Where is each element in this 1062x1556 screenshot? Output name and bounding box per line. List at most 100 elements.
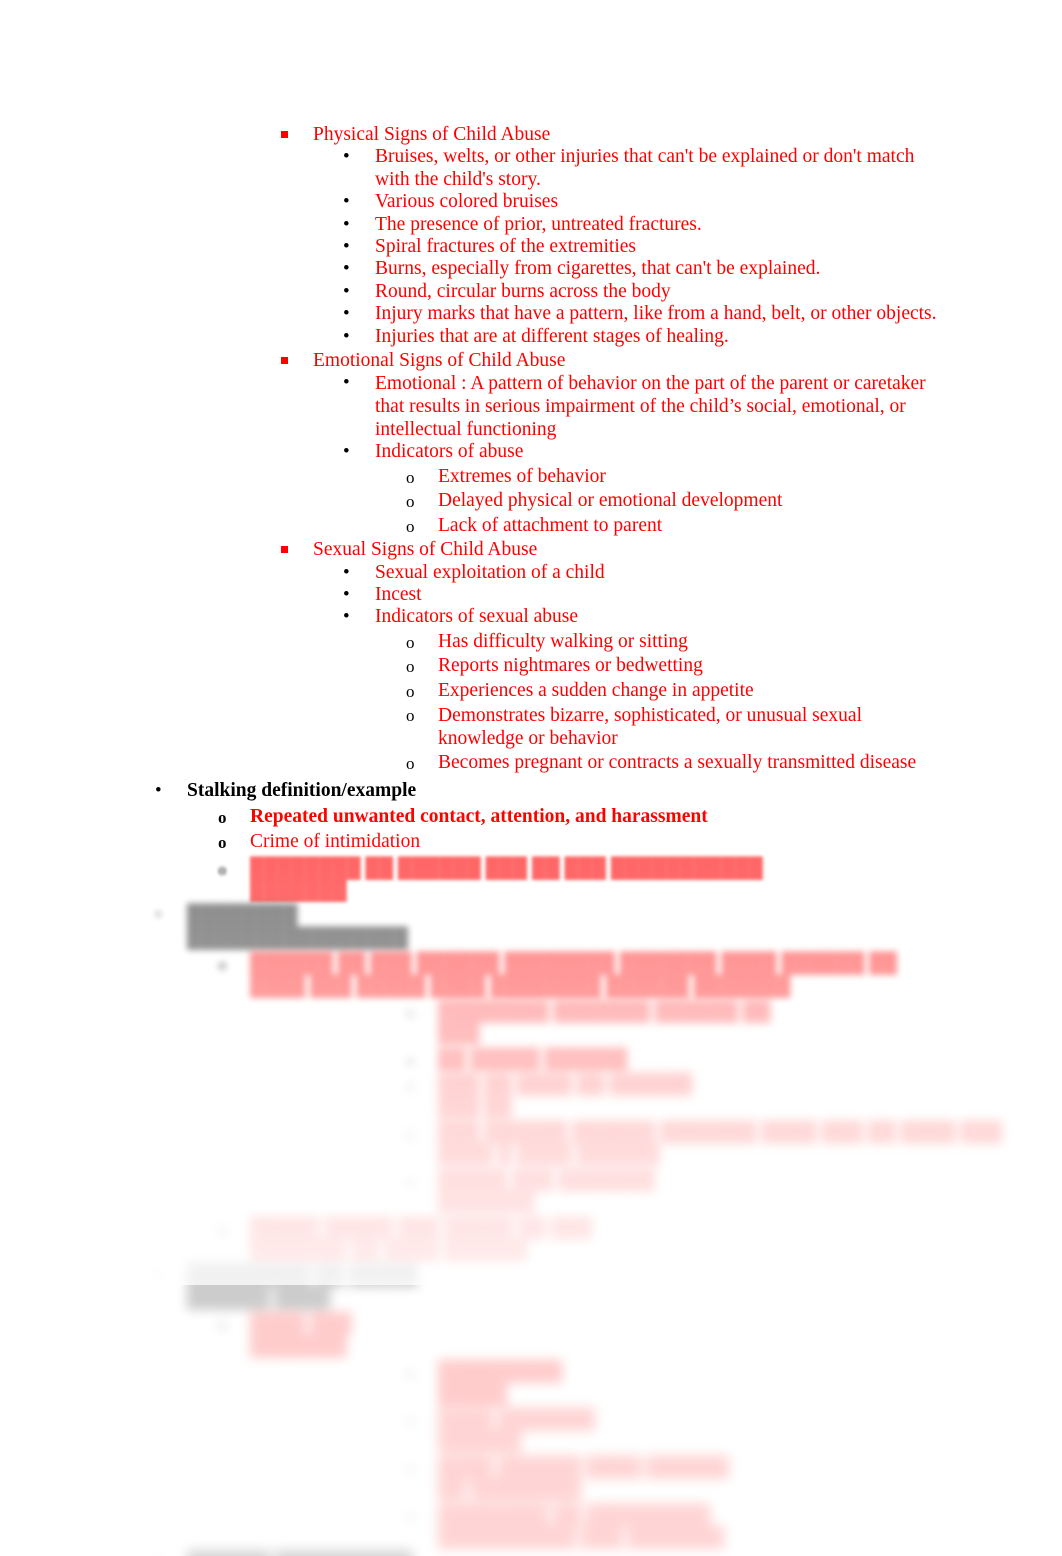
redacted-text: ███ ██ ████ ██ ██████ ███ ██ xyxy=(438,1074,693,1118)
redacted-list-item: • ████████ ████████████████ xyxy=(0,905,1062,950)
redacted-list-item: o ███ ██████ ██████ ███████ ████ ███ ██ █… xyxy=(0,1122,1062,1167)
list-item-text: Injuries that are at different stages of… xyxy=(375,325,729,347)
redacted-text: ████ ███ ███████ xyxy=(250,1313,352,1357)
list-item-text: Experiences a sudden change in appetite xyxy=(438,679,754,701)
circle-marker-icon: o xyxy=(406,492,415,512)
redacted-text: ████████ ████████████████ xyxy=(187,905,409,949)
list-item: o Demonstrates bizarre, sophisticated, o… xyxy=(0,704,1062,750)
circle-marker-icon: o xyxy=(406,657,415,677)
list-item: • Round, circular burns across the body xyxy=(0,281,1062,303)
outline-heading-emotional: Emotional Signs of Child Abuse xyxy=(0,350,1062,372)
redacted-list-item: o ██ █████ ██████ xyxy=(0,1049,1062,1071)
list-item: o Reports nightmares or bedwetting xyxy=(0,655,1062,677)
list-item: • Various colored bruises xyxy=(0,191,1062,213)
list-item-text: Becomes pregnant or contracts a sexually… xyxy=(438,751,917,773)
circle-marker-icon: o xyxy=(406,467,415,487)
round-bullet-icon: • xyxy=(343,213,350,235)
round-bullet-icon: • xyxy=(343,583,350,605)
list-item-text: Indicators of abuse xyxy=(375,441,524,463)
list-item: • Injuries that are at different stages … xyxy=(0,326,1062,348)
list-item-text: The presence of prior, untreated fractur… xyxy=(375,213,702,235)
circle-marker-icon: o xyxy=(406,1003,415,1022)
list-item-text: Extremes of behavior xyxy=(438,465,606,487)
list-item-text: Crime of intimidation xyxy=(250,831,421,853)
round-bullet-icon: • xyxy=(155,780,162,802)
circle-marker-icon: o xyxy=(406,1458,415,1478)
list-item: • Burns, especially from cigarettes, tha… xyxy=(0,258,1062,280)
list-item: • Incest xyxy=(0,584,1062,606)
circle-marker-icon: o xyxy=(406,632,415,652)
list-item-text: Reports nightmares or bedwetting xyxy=(438,655,703,677)
redacted-list-item: o ████████ ██ ██████ ███ ██ ███ █████████… xyxy=(0,858,1062,903)
round-bullet-icon: • xyxy=(343,561,350,583)
outline-heading-physical: Physical Signs of Child Abuse xyxy=(0,124,1062,146)
circle-marker-icon: o xyxy=(218,955,227,975)
list-item-text: Round, circular burns across the body xyxy=(375,280,671,302)
square-bullet-icon xyxy=(281,546,288,554)
round-bullet-icon: • xyxy=(155,1265,162,1287)
list-item: o Delayed physical or emotional developm… xyxy=(0,490,1062,512)
square-bullet-icon xyxy=(281,131,288,138)
heading-text: Emotional Signs of Child Abuse xyxy=(313,350,566,372)
redacted-list-item: o ████ ███████ ██████ xyxy=(0,1409,1062,1454)
redacted-text: ██████ ██████████ █████ xyxy=(187,1552,422,1556)
redacted-text: ████ ██████ ████ ██████ ██ ████████ xyxy=(438,1456,729,1501)
round-bullet-icon: • xyxy=(155,1552,162,1556)
round-bullet-icon: • xyxy=(155,905,162,927)
round-bullet-icon: • xyxy=(343,372,350,394)
definition-text: Emotional : A pattern of behavior on the… xyxy=(375,373,926,441)
redacted-list-item: • ██████ ██████████ █████ xyxy=(0,1552,1062,1556)
circle-marker-icon: o xyxy=(218,833,227,853)
round-bullet-icon: • xyxy=(343,146,350,168)
redacted-text: ██████ ██ ███ ██████ ████████ ███████ ██… xyxy=(250,953,897,997)
list-item: o Becomes pregnant or contracts a sexual… xyxy=(0,752,1062,774)
list-item: • Injury marks that have a pattern, like… xyxy=(0,303,1062,325)
outline-body: Physical Signs of Child Abuse • Bruises,… xyxy=(0,0,1062,1556)
round-bullet-icon: • xyxy=(343,191,350,213)
circle-marker-icon: o xyxy=(406,1171,415,1191)
round-bullet-icon: • xyxy=(343,325,350,347)
redacted-list-item: o █████ ███ ███████ ███████ xyxy=(0,1170,1062,1215)
list-item: o Lack of attachment to parent xyxy=(0,515,1062,537)
redacted-list-item: o █████ █████ ███ █████ ██ ███ ███████ ██… xyxy=(0,1218,1062,1263)
circle-marker-icon: o xyxy=(406,753,415,773)
list-item: o Extremes of behavior xyxy=(0,466,1062,488)
list-item: o Repeated unwanted contact, attention, … xyxy=(0,806,1062,828)
redacted-list-item: o ██████ ██ ███ ██████ ████████ ███████ █… xyxy=(0,953,1062,998)
redacted-text: ████████ ███████ ██████ ██ ███ xyxy=(438,1001,771,1045)
outline-heading-sexual: Sexual Signs of Child Abuse xyxy=(0,539,1062,561)
list-item-text: Lack of attachment to parent xyxy=(438,514,663,536)
list-item-text: Bruises, welts, or other injuries that c… xyxy=(375,146,915,190)
list-item-text: Delayed physical or emotional developmen… xyxy=(438,490,783,512)
list-item-text: Incest xyxy=(375,583,422,605)
circle-marker-icon: o xyxy=(406,1363,415,1383)
list-item-text: Demonstrates bizarre, sophisticated, or … xyxy=(438,704,863,749)
outline-heading-stalking: • Stalking definition/example xyxy=(0,780,1062,802)
list-item: • Sexual exploitation of a child xyxy=(0,562,1062,584)
list-item-text: Various colored bruises xyxy=(375,191,559,213)
heading-text: Sexual Signs of Child Abuse xyxy=(313,539,538,561)
circle-marker-icon: o xyxy=(406,1124,415,1144)
redacted-text: █████ █████ ███ █████ ██ ███ ███████ ██ … xyxy=(250,1217,593,1262)
redacted-list-item: o ████████ ██ █████████ ██████████ ███ ██… xyxy=(0,1505,1062,1550)
redacted-text: ███ ██████ ██████ ███████ ████ ███ ██ ██… xyxy=(438,1122,1002,1166)
list-item-text: Burns, especially from cigarettes, that … xyxy=(375,258,821,280)
circle-marker-icon: o xyxy=(218,859,227,879)
square-bullet-icon xyxy=(281,357,288,365)
circle-marker-icon: o xyxy=(406,705,415,725)
redacted-text: ██ █████ ██████ xyxy=(438,1048,628,1070)
redacted-text: █████ ███ ███████ ███████ xyxy=(438,1169,655,1214)
redacted-list-item: o █████████ █████ xyxy=(0,1361,1062,1406)
list-item: • Bruises, welts, or other injuries that… xyxy=(0,146,1062,191)
round-bullet-icon: • xyxy=(343,236,350,258)
list-item-text: Sexual exploitation of a child xyxy=(375,561,605,583)
circle-marker-icon: o xyxy=(406,1050,415,1070)
list-item-text: Has difficulty walking or sitting xyxy=(438,630,688,652)
list-item-text: Injury marks that have a pattern, like f… xyxy=(375,303,937,325)
list-item: • Indicators of abuse xyxy=(0,441,1062,463)
heading-text: Physical Signs of Child Abuse xyxy=(313,124,551,145)
circle-marker-icon: o xyxy=(406,1076,415,1096)
list-item: • The presence of prior, untreated fract… xyxy=(0,214,1062,236)
circle-marker-icon: o xyxy=(218,1219,227,1239)
circle-marker-icon: o xyxy=(218,1315,227,1335)
